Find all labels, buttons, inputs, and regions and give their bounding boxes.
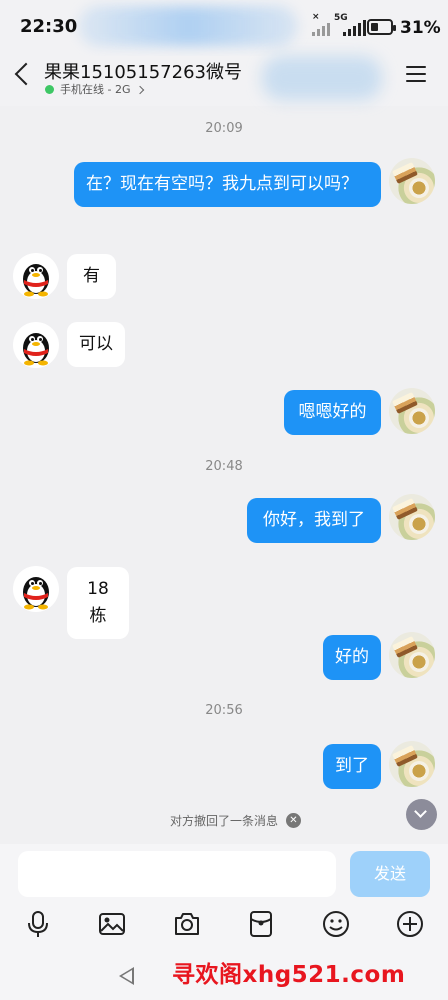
menu-icon[interactable] (406, 66, 426, 82)
plus-icon[interactable] (395, 909, 425, 939)
contact-avatar[interactable] (13, 322, 59, 368)
my-avatar[interactable] (389, 388, 435, 434)
my-avatar[interactable] (389, 494, 435, 540)
contact-avatar[interactable] (13, 566, 59, 612)
battery-percent: 31% (400, 18, 441, 38)
battery-icon (367, 19, 396, 35)
my-avatar[interactable] (389, 741, 435, 787)
image-icon[interactable] (97, 909, 127, 939)
chevron-down-icon (414, 805, 427, 818)
my-avatar[interactable] (389, 632, 435, 678)
signal-icon-sim1 (312, 20, 330, 36)
message-bubble-received[interactable]: 18栋 (67, 567, 129, 639)
chevron-right-icon[interactable] (135, 85, 145, 95)
recall-notice: 对方撤回了一条消息 (169, 814, 278, 828)
send-button[interactable]: 发送 (350, 851, 430, 897)
blurred-notification-area (78, 6, 298, 46)
status-bar: 22:30 × 5G 31% (0, 0, 448, 56)
contact-avatar[interactable] (13, 253, 59, 299)
emoji-icon[interactable] (321, 909, 351, 939)
signal-icon-sim2 (343, 20, 366, 36)
camera-icon[interactable] (172, 909, 202, 939)
message-bubble-sent[interactable]: 你好，我到了 (247, 498, 381, 543)
penguin-icon (23, 577, 49, 610)
timestamp: 20:48 (205, 459, 243, 474)
chat-header: 果果15105157263微号 手机在线 - 2G (0, 56, 448, 106)
close-icon[interactable]: ✕ (286, 813, 301, 828)
composer-bar: 发送 (0, 844, 448, 956)
penguin-icon (23, 333, 49, 366)
nav-back-icon[interactable] (119, 967, 134, 985)
scroll-to-bottom-button[interactable] (406, 799, 437, 830)
my-avatar[interactable] (389, 158, 435, 204)
online-status-text[interactable]: 手机在线 - 2G (60, 81, 131, 97)
message-bubble-sent[interactable]: 嗯嗯好的 (284, 390, 381, 435)
message-bubble-sent[interactable]: 到了 (323, 744, 381, 789)
back-arrow-icon[interactable] (14, 62, 38, 86)
blurred-area (262, 56, 382, 100)
penguin-icon (23, 264, 49, 297)
timestamp: 20:56 (205, 703, 243, 718)
microphone-icon[interactable] (23, 909, 53, 939)
message-bubble-received[interactable]: 可以 (67, 322, 125, 367)
watermark: 寻欢阁xhg521.com (172, 962, 406, 988)
message-bubble-sent[interactable]: 好的 (323, 635, 381, 680)
red-packet-icon[interactable] (246, 909, 276, 939)
message-bubble-sent[interactable]: 在？现在有空吗？我九点到可以吗？ (74, 162, 381, 207)
online-status-dot (45, 85, 54, 94)
timestamp: 20:09 (205, 121, 243, 136)
message-bubble-received[interactable]: 有 (67, 254, 116, 299)
status-time: 22:30 (20, 16, 78, 37)
message-input[interactable] (18, 851, 336, 897)
